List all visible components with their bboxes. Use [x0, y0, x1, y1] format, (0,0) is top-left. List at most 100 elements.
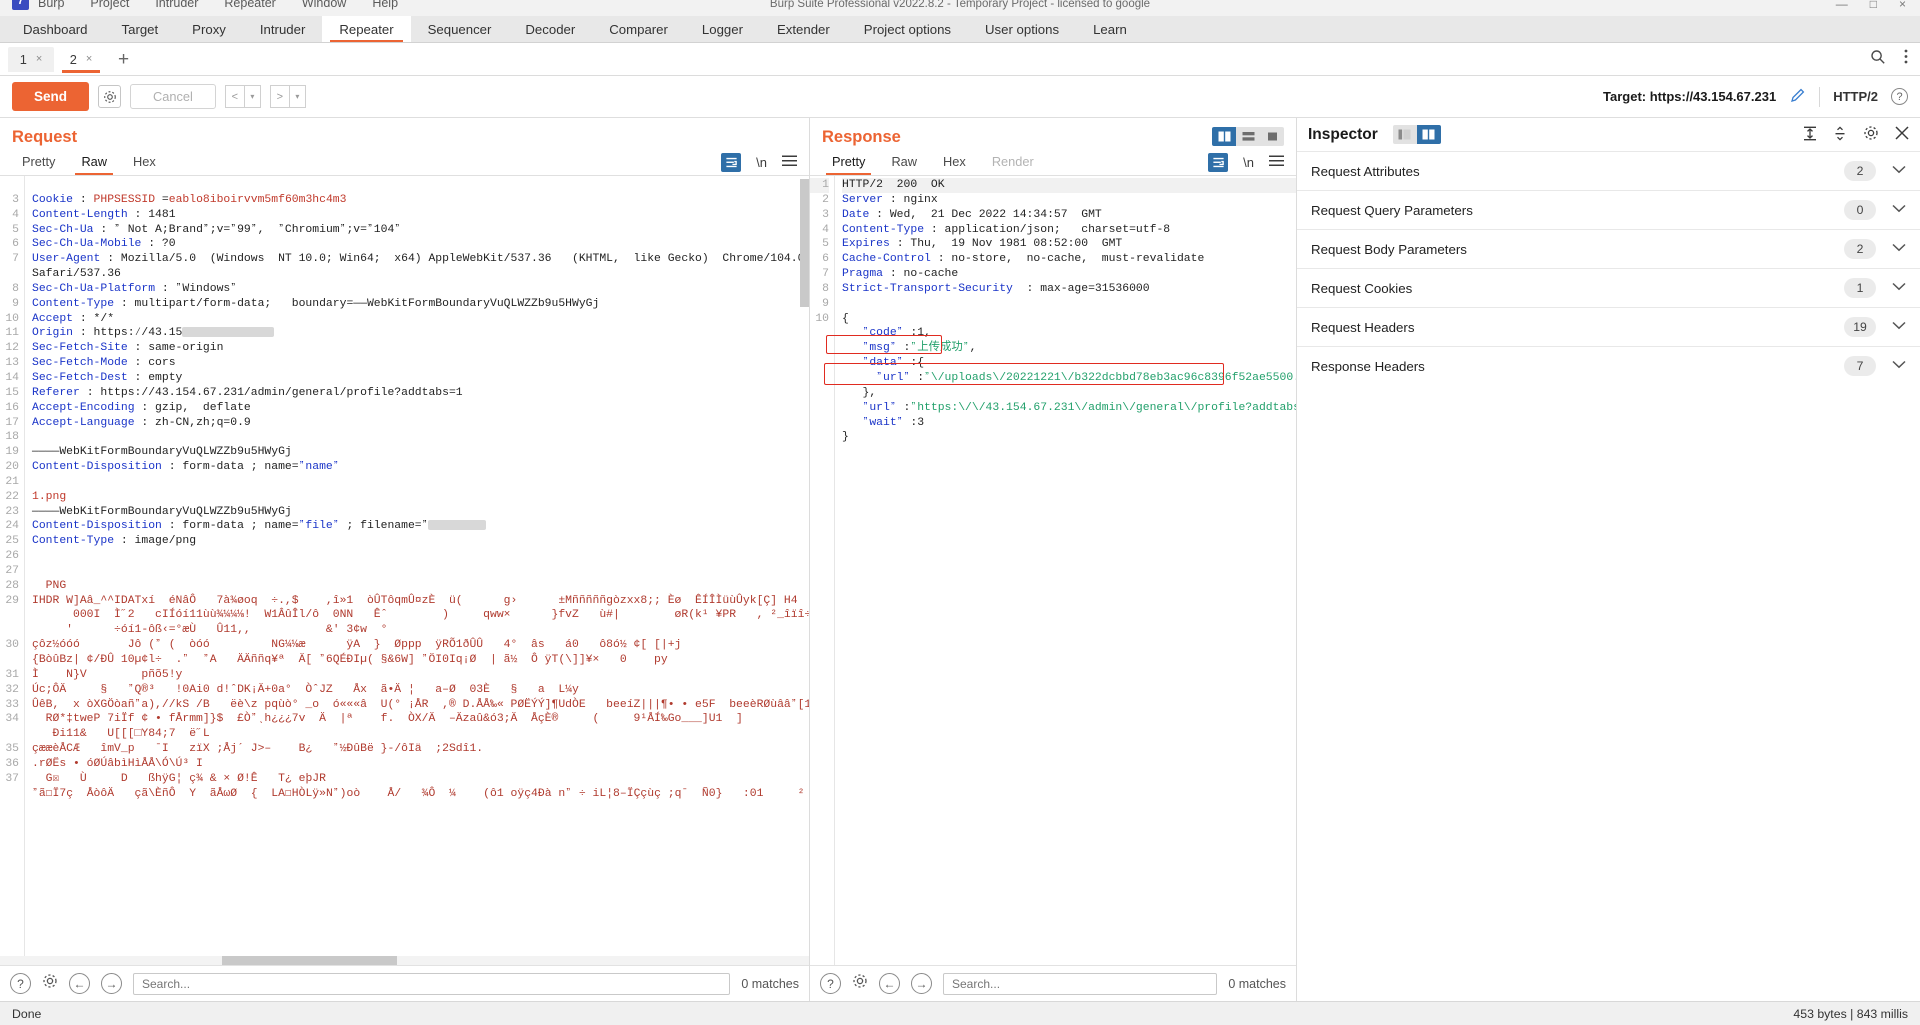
tab-intruder[interactable]: Intruder [243, 16, 322, 42]
code-line[interactable]: Accept-Language : zh-CN,zh;q=0.9 [32, 416, 809, 431]
code-line[interactable]: Server : nginx [842, 193, 1296, 208]
http-version-label[interactable]: HTTP/2 [1833, 89, 1878, 104]
code-line[interactable]: ÛêB, x òXGÖòañˮa),//kS /B ëè\z pqùò° _o … [32, 698, 809, 713]
code-line[interactable]: RØ*‡tweР 7iÏf ¢ • fÅrmm]}$ £Òˮˎh¿¿¿7v Ä … [32, 712, 809, 727]
collapse-all-icon[interactable] [1833, 125, 1847, 144]
response-search-settings-icon[interactable] [852, 973, 868, 994]
code-line[interactable]: Sec-Fetch-Site : same-origin [32, 341, 809, 356]
code-line[interactable]: {BòûBz| ¢/ÐÛ 10µ¢l÷ .ˮ ˮA ÄÄññq¥ª Ä[ ˮ6Q… [32, 653, 809, 668]
code-line[interactable]: Date : Wed, 21 Dec 2022 14:34:57 GMT [842, 208, 1296, 223]
code-line[interactable] [32, 475, 809, 490]
split-vertical-icon[interactable] [1212, 127, 1236, 146]
sidebar-split-icon[interactable] [1416, 125, 1441, 144]
overflow-menu-icon[interactable] [1904, 49, 1908, 69]
code-line[interactable]: Expires : Thu, 19 Nov 1981 08:52:00 GMT [842, 237, 1296, 252]
repeater-tab-1[interactable]: 1 × [8, 46, 54, 72]
wrap-icon[interactable] [721, 152, 742, 172]
code-line[interactable]: }, [842, 386, 1296, 401]
code-line[interactable]: ˮurlˮ :ˮhttps:\/\/43.154.67.231\/admin\/… [842, 401, 1297, 416]
tab-extender[interactable]: Extender [760, 16, 847, 42]
tab-comparer[interactable]: Comparer [592, 16, 685, 42]
repeater-tab-2-close-icon[interactable]: × [86, 53, 92, 65]
menu-item-burp[interactable]: Burp [38, 0, 64, 10]
code-line[interactable]: 000I Ì˝2 cIÍóí11ùù¾¼¼⅛! W1ÂûÎl/ô 0NN Êˆ … [32, 608, 809, 623]
forward-button[interactable]: > [269, 85, 290, 108]
request-search-prev-icon[interactable]: ← [69, 973, 90, 994]
request-search-next-icon[interactable]: → [101, 973, 122, 994]
newline-icon[interactable]: \n [1243, 155, 1254, 170]
chevron-down-icon[interactable] [1892, 321, 1906, 333]
response-code[interactable]: HTTP/2 200 OK Server : nginx Date : Wed, 2… [835, 176, 1296, 965]
request-code[interactable]: Cookie : PHPSESSID =eablo8iboirvvm5mf60m… [25, 176, 809, 965]
tab-user-options[interactable]: User options [968, 16, 1076, 42]
single-pane-icon[interactable] [1260, 127, 1284, 146]
forward-dropdown-icon[interactable]: ▾ [289, 85, 306, 108]
chevron-down-icon[interactable] [1892, 282, 1906, 294]
menu-item-help[interactable]: Help [372, 0, 398, 10]
code-line[interactable]: { [842, 312, 1296, 327]
code-line[interactable]: Content-Type : image/png [32, 534, 809, 549]
inspector-section-request-body-parameters[interactable]: Request Body Parameters 2 [1297, 229, 1920, 268]
code-line[interactable]: çôz½óóó Jô (ˮ ( òóó NG¼⅛æ ÿA } Øppp ÿRÕ1… [32, 638, 809, 653]
code-line[interactable]: Strict-Transport-Security : max-age=3153… [842, 282, 1296, 297]
response-search-next-icon[interactable]: → [911, 973, 932, 994]
code-line[interactable]: ˮmsgˮ :ˮ上传成功ˮ, [842, 341, 1296, 356]
code-line[interactable]: ˮã☐Ï7ç ÅòôÄ çã\ÈñÔ Y ãÅωØ { LA☐HÒLÿ»Nˮ)o… [32, 787, 809, 802]
pencil-icon[interactable] [1789, 87, 1806, 107]
chevron-down-icon[interactable] [1892, 360, 1906, 372]
request-editor[interactable]: 3 4 5 6 7 8 9 10 11 12 13 14 15 16 17 18 19 20 21 22 23 24 25 2… [0, 176, 809, 965]
chevron-down-icon[interactable] [1892, 165, 1906, 177]
request-tab-hex[interactable]: Hex [121, 150, 168, 174]
code-line[interactable]: Content-Disposition : form-data ; name=ˮ… [32, 519, 809, 534]
code-line[interactable]: Cookie : PHPSESSID =eablo8iboirvvm5mf60m… [32, 193, 809, 208]
code-line[interactable]: ' ÷óí1-ôß‹=°æÙ Û11,, &' 3¢w ° [32, 623, 809, 638]
code-line[interactable]: Referer : https://43.154.67.231/admin/ge… [32, 386, 809, 401]
code-line[interactable]: Sec-Fetch-Mode : cors [32, 356, 809, 371]
code-line[interactable]: Accept : */* [32, 312, 809, 327]
code-line[interactable]: ˮurlˮ :ˮ\/uploads\/20221221\/b322dcbbd78… [842, 371, 1296, 386]
code-line[interactable]: çææèÅCÆ îmV_p ˉI zïX ;Åj´ J>– B¿ ˮ½ÐûBë … [32, 742, 809, 757]
inspector-section-request-attributes[interactable]: Request Attributes 2 [1297, 151, 1920, 190]
tab-proxy[interactable]: Proxy [175, 16, 243, 42]
newline-icon[interactable]: \n [756, 155, 767, 170]
menu-item-repeater[interactable]: Repeater [224, 0, 275, 10]
response-help-icon[interactable]: ? [820, 973, 841, 994]
wrap-icon[interactable] [1208, 152, 1229, 172]
response-tab-raw[interactable]: Raw [879, 150, 929, 174]
code-line[interactable] [32, 430, 809, 445]
code-line[interactable]: Accept-Encoding : gzip, deflate [32, 401, 809, 416]
maximize-icon[interactable]: □ [1870, 0, 1877, 11]
back-dropdown-icon[interactable]: ▾ [244, 85, 261, 108]
tab-logger[interactable]: Logger [685, 16, 760, 42]
menu-item-project[interactable]: Project [90, 0, 129, 10]
chevron-down-icon[interactable] [1892, 204, 1906, 216]
code-line[interactable] [32, 564, 809, 579]
repeater-tab-1-close-icon[interactable]: × [36, 53, 42, 65]
request-scrollbar-thumb[interactable] [800, 179, 809, 307]
editor-menu-icon[interactable] [782, 155, 797, 170]
request-tab-raw[interactable]: Raw [69, 150, 119, 175]
code-line[interactable]: Sec-Ch-Ua-Platform : ˮWindowsˮ [32, 282, 809, 297]
code-line[interactable]: HTTP/2 200 OK [842, 178, 1296, 193]
editor-menu-icon[interactable] [1269, 155, 1284, 170]
tab-decoder[interactable]: Decoder [508, 16, 592, 42]
inspector-section-request-cookies[interactable]: Request Cookies 1 [1297, 268, 1920, 307]
code-line[interactable]: IHDR W]Aâ_^^IDATxí éNâÔ 7à¾øoq ÷.,$ ,î»1… [32, 594, 809, 609]
code-line[interactable]: Origin : https:⁄/43.15 [32, 326, 809, 341]
code-line[interactable]: G☒ Ù D ßhÿG¦ ç¾ & × Ø!Ê T¿ eþJR [32, 772, 809, 787]
response-editor[interactable]: 1 2 3 4 5 6 7 8 9 10 HTTP/2 200 OK Server : nginx D… [810, 176, 1296, 965]
gear-icon[interactable] [98, 85, 122, 108]
chevron-down-icon[interactable] [1892, 243, 1906, 255]
code-line[interactable]: Sec-Ch-Ua : ˮ Not A;Brandˮ;v=ˮ99ˮ, ˮChro… [32, 223, 809, 238]
add-repeater-tab-button[interactable]: + [108, 50, 139, 69]
menu-item-window[interactable]: Window [302, 0, 346, 10]
expand-all-icon[interactable] [1803, 126, 1817, 144]
code-line[interactable]: User-Agent : Mozilla/5.0 (Windows NT 10.… [32, 252, 809, 267]
code-line[interactable]: ˮdataˮ :{ [842, 356, 1296, 371]
code-line[interactable]: Content-Length : 1481 [32, 208, 809, 223]
code-line[interactable]: ˮwaitˮ :3 [842, 416, 1296, 431]
code-line[interactable]: PNG [32, 579, 809, 594]
inspector-section-response-headers[interactable]: Response Headers 7 [1297, 346, 1920, 385]
close-window-icon[interactable]: × [1899, 0, 1906, 11]
inspector-section-request-query-parameters[interactable]: Request Query Parameters 0 [1297, 190, 1920, 229]
